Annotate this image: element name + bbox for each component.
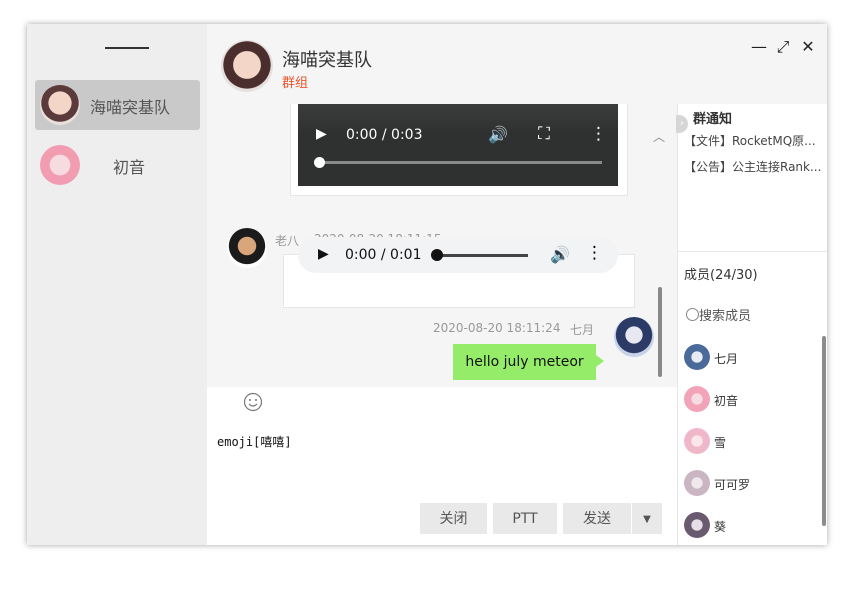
collapse-panel-icon[interactable]: ›: [676, 115, 688, 133]
video-progress-track[interactable]: [318, 161, 602, 164]
maximize-icon[interactable]: ⤢: [774, 38, 792, 56]
member-avatar: [684, 512, 710, 538]
message-timestamp: 2020-08-20 18:11:24: [433, 321, 561, 335]
minimize-icon[interactable]: —: [750, 38, 768, 56]
page-title: 海喵突基队: [282, 50, 372, 71]
member-name: 雪: [714, 436, 727, 450]
sender-avatar[interactable]: [227, 228, 267, 268]
member-avatar: [684, 344, 710, 370]
member-item[interactable]: 可可罗: [684, 470, 824, 498]
message-bubble: hello july meteor: [453, 344, 604, 380]
member-item[interactable]: 葵: [684, 512, 824, 540]
group-info-panel: › 群通知 【文件】RocketMQ原... 【公告】公主连接Rank... 成…: [676, 104, 827, 545]
member-avatar: [684, 470, 710, 496]
fullscreen-icon[interactable]: ⛶: [538, 124, 550, 144]
ptt-button[interactable]: PTT: [493, 503, 557, 534]
chat-window: 海喵突基队 初音 海喵突基队 群组 — ⤢ ✕ ▶ 0:00 / 0:03 🔊 …: [27, 24, 827, 545]
member-search-input[interactable]: 搜索成员: [686, 305, 751, 324]
member-item[interactable]: 七月: [684, 344, 824, 372]
search-icon: [686, 308, 699, 321]
notice-item[interactable]: 【文件】RocketMQ原...: [684, 132, 824, 149]
conversation-item-chuyin[interactable]: 初音: [35, 140, 200, 190]
message-input-area[interactable]: emoji[嘻嘻] 关闭 PTT 发送 ▼: [207, 387, 677, 545]
more-icon[interactable]: ⋮: [586, 243, 603, 263]
conversation-name: 初音: [113, 158, 146, 177]
chat-type-label: 群组: [282, 76, 309, 91]
members-title: 成员(24/30): [684, 268, 758, 283]
audio-progress-track[interactable]: [436, 254, 528, 257]
group-avatar: [221, 40, 273, 92]
notice-title: 群通知: [693, 112, 733, 127]
member-name: 可可罗: [714, 478, 751, 492]
member-avatar: [684, 386, 710, 412]
divider: [678, 251, 827, 252]
message-input[interactable]: emoji[嘻嘻]: [217, 433, 292, 450]
message-list[interactable]: ▶ 0:00 / 0:03 🔊 ⛶ ⋮ 老八 2020-08-20 18:11:…: [207, 104, 677, 387]
sender-name: 老八: [275, 234, 300, 248]
audio-progress-handle[interactable]: [431, 249, 443, 261]
play-icon[interactable]: ▶: [316, 126, 327, 142]
send-options-dropdown[interactable]: ▼: [632, 503, 662, 534]
conversation-item-group[interactable]: 海喵突基队: [35, 80, 200, 130]
member-search-placeholder: 搜索成员: [699, 309, 752, 324]
members-scrollbar[interactable]: [822, 336, 826, 526]
chat-header: 海喵突基队 群组 — ⤢ ✕: [207, 24, 827, 104]
volume-icon[interactable]: 🔊: [488, 125, 508, 144]
group-avatar: [40, 85, 80, 125]
member-item[interactable]: 雪: [684, 428, 824, 456]
close-button[interactable]: 关闭: [420, 503, 487, 534]
video-time: 0:00 / 0:03: [346, 127, 423, 143]
member-name: 葵: [714, 520, 727, 534]
sender-name: 七月: [570, 323, 595, 337]
audio-time: 0:00 / 0:01: [345, 247, 422, 263]
volume-icon[interactable]: 🔊: [550, 245, 570, 264]
member-item[interactable]: 初音: [684, 386, 824, 414]
video-progress-handle[interactable]: [314, 157, 325, 168]
video-player[interactable]: ▶ 0:00 / 0:03 🔊 ⛶ ⋮: [298, 104, 618, 186]
chuyin-avatar: [40, 145, 80, 185]
conversation-name: 海喵突基队: [90, 98, 171, 117]
member-name: 七月: [714, 352, 739, 366]
menu-icon[interactable]: [105, 47, 149, 49]
notice-item[interactable]: 【公告】公主连接Rank...: [684, 158, 824, 175]
self-avatar[interactable]: [614, 317, 654, 357]
member-name: 初音: [714, 394, 739, 408]
scrollbar[interactable]: [658, 287, 662, 377]
emoji-icon[interactable]: [243, 392, 263, 412]
video-controls: ▶ 0:00 / 0:03 🔊 ⛶ ⋮: [298, 124, 618, 148]
more-icon[interactable]: ⋮: [590, 124, 607, 144]
scroll-up-icon[interactable]: ︿: [653, 128, 665, 145]
close-icon[interactable]: ✕: [799, 38, 817, 56]
conversation-sidebar: 海喵突基队 初音: [27, 24, 207, 545]
member-avatar: [684, 428, 710, 454]
audio-player[interactable]: ▶ 0:00 / 0:01 🔊 ⋮: [298, 237, 618, 273]
send-button[interactable]: 发送: [563, 503, 631, 534]
play-icon[interactable]: ▶: [318, 246, 329, 262]
